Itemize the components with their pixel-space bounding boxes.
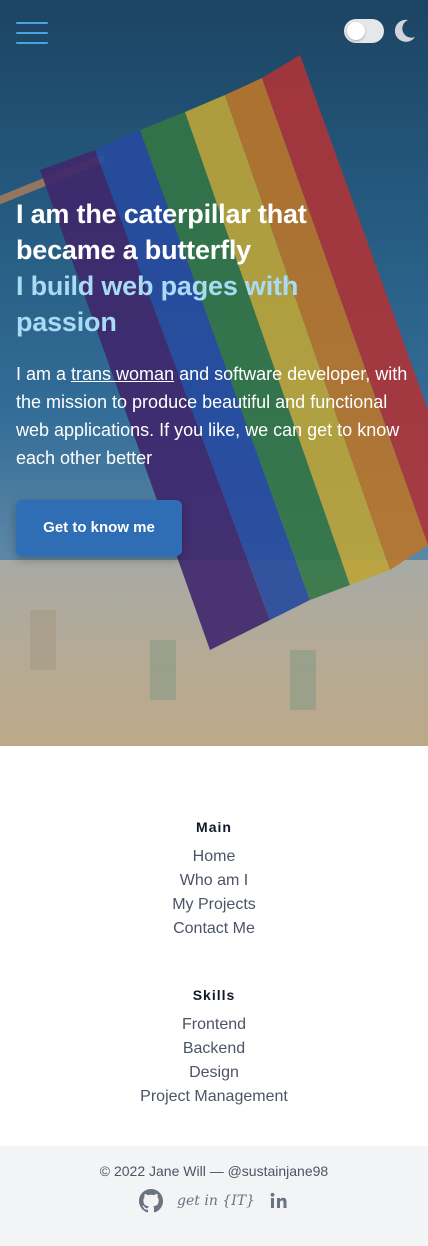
theme-toggle-switch[interactable]	[344, 19, 384, 43]
linkedin-icon[interactable]	[269, 1191, 289, 1211]
social-links: get in {IT}	[0, 1189, 428, 1213]
subheadline-line-2: passion	[16, 307, 117, 337]
moon-icon	[394, 19, 415, 42]
footer-group-title: Main	[196, 819, 232, 835]
footer-group-main: Main Home Who am I My Projects Contact M…	[0, 819, 428, 941]
hero-headline: I am the caterpillar that became a butte…	[16, 196, 412, 340]
footer-link-who-am-i[interactable]: Who am I	[0, 869, 428, 893]
headline-line-2: became a butterfly	[16, 235, 251, 265]
get-to-know-me-button[interactable]: Get to know me	[16, 500, 182, 556]
trans-woman-link[interactable]: trans woman	[71, 364, 174, 384]
intro-prefix: I am a	[16, 364, 72, 384]
footer-group-skills: Skills Frontend Backend Design Project M…	[0, 987, 428, 1109]
page-footer: © 2022 Jane Will — @sustainjane98 get in…	[0, 1146, 428, 1246]
footer-navigation: Main Home Who am I My Projects Contact M…	[0, 746, 428, 1146]
hamburger-menu-icon[interactable]	[16, 22, 48, 48]
hero-content: I am the caterpillar that became a butte…	[16, 196, 412, 556]
footer-link-my-projects[interactable]: My Projects	[0, 893, 428, 917]
footer-link-home[interactable]: Home	[0, 845, 428, 869]
copyright-text: © 2022 Jane Will — @sustainjane98	[99, 1163, 329, 1179]
toggle-knob	[347, 22, 365, 40]
github-icon[interactable]	[139, 1189, 164, 1213]
footer-link-backend[interactable]: Backend	[0, 1037, 428, 1061]
footer-link-design[interactable]: Design	[0, 1061, 428, 1085]
footer-link-contact-me[interactable]: Contact Me	[0, 917, 428, 941]
getinit-icon[interactable]: get in {IT}	[177, 1193, 255, 1209]
hero-intro-text: I am a trans woman and software develope…	[16, 360, 412, 472]
footer-group-title: Skills	[192, 987, 236, 1003]
subheadline-line-1: I build web pages with	[16, 271, 299, 301]
headline-line-1: I am the caterpillar that	[16, 199, 307, 229]
footer-link-frontend[interactable]: Frontend	[0, 1013, 428, 1037]
hero-section: I am the caterpillar that became a butte…	[0, 0, 428, 746]
footer-link-project-management[interactable]: Project Management	[0, 1085, 428, 1109]
